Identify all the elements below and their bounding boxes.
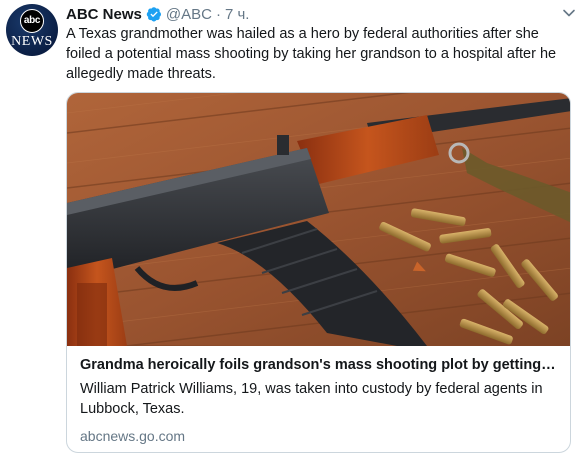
chevron-down-icon[interactable] (562, 6, 576, 20)
tweet-time[interactable]: 7 ч. (225, 6, 250, 23)
avatar[interactable]: abc NEWS (6, 4, 58, 56)
verified-badge-icon (146, 7, 161, 22)
abc-logo: abc (20, 9, 44, 33)
separator-dot: · (215, 5, 221, 23)
card-body: Grandma heroically foils grandson's mass… (67, 346, 570, 452)
rifle-photo-icon (67, 93, 570, 346)
card-domain: abcnews.go.com (80, 428, 186, 444)
link-card[interactable]: Grandma heroically foils grandson's mass… (66, 92, 571, 453)
tweet-header: ABC News @ABC · 7 ч. (66, 5, 249, 23)
account-name[interactable]: ABC News (66, 6, 142, 23)
account-handle[interactable]: @ABC (166, 6, 212, 23)
card-description: William Patrick Williams, 19, was taken … (80, 381, 543, 417)
tweet-text: A Texas grandmother was hailed as a hero… (66, 26, 557, 82)
card-title[interactable]: Grandma heroically foils grandson's mass… (80, 355, 559, 375)
avatar-news-text: NEWS (11, 34, 53, 49)
